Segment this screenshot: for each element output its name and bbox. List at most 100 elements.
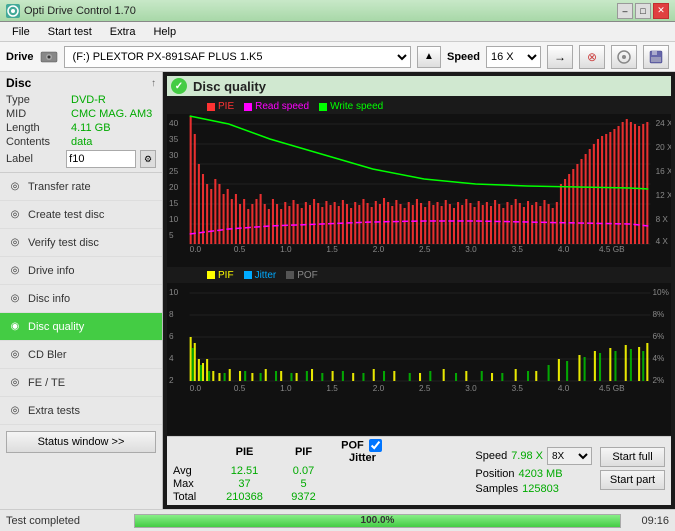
disc-contents-value: data [71, 136, 92, 148]
max-pie: 37 [217, 478, 272, 490]
svg-text:2.0: 2.0 [373, 245, 385, 254]
write-speed-legend-label: Write speed [330, 101, 383, 112]
extra-tests-icon: ◎ [8, 404, 22, 418]
title-bar: Opti Drive Control 1.70 – □ ✕ [0, 0, 675, 22]
sidebar-item-verify-test-disc[interactable]: ◎ Verify test disc [0, 229, 162, 257]
sidebar-item-fe-te[interactable]: ◎ FE / TE [0, 369, 162, 397]
max-label: Max [173, 478, 213, 490]
svg-text:35: 35 [169, 135, 179, 144]
sidebar-item-drive-info[interactable]: ◎ Drive info [0, 257, 162, 285]
sidebar-item-disc-info[interactable]: ◎ Disc info [0, 285, 162, 313]
jitter-checkbox[interactable] [369, 439, 382, 452]
svg-text:10: 10 [169, 215, 179, 224]
label-input[interactable] [66, 150, 136, 168]
nav-items: ◎ Transfer rate ◎ Create test disc ◎ Ver… [0, 173, 162, 425]
jitter-label: Jitter [349, 452, 376, 464]
top-chart-legend: PIE Read speed Write speed [167, 99, 671, 114]
pof-legend-label: POF [297, 270, 318, 281]
speed-stat-select[interactable]: 8X4X12X16X [547, 447, 592, 465]
sidebar-item-extra-tests[interactable]: ◎ Extra tests [0, 397, 162, 425]
disc-quality-icon: ◉ [8, 320, 22, 334]
start-full-button[interactable]: Start full [600, 447, 665, 467]
svg-text:15: 15 [169, 199, 179, 208]
pif-legend-color [207, 271, 215, 279]
stats-bar: PIE PIF POF Jitter Avg 12.51 0.07 Max [167, 436, 671, 505]
content-area: ✓ Disc quality PIE Read speed Write spee… [163, 72, 675, 509]
maximize-button[interactable]: □ [635, 3, 651, 19]
erase-button[interactable]: ⊗ [579, 45, 605, 69]
go-button[interactable]: → [547, 45, 573, 69]
menu-file[interactable]: File [4, 24, 38, 40]
svg-text:10%: 10% [652, 288, 668, 297]
position-value: 4203 MB [519, 468, 563, 480]
drive-select[interactable]: (F:) PLEXTOR PX-891SAF PLUS 1.K5 [64, 46, 411, 68]
write-button[interactable] [611, 45, 637, 69]
eject-button[interactable]: ▲ [417, 46, 441, 68]
disc-quality-label: Disc quality [28, 321, 84, 333]
menu-help[interactable]: Help [145, 24, 184, 40]
fe-te-label: FE / TE [28, 377, 65, 389]
bottom-chart: PIF Jitter POF 10 8 6 4 2 10% [167, 268, 671, 436]
menu-bar: File Start test Extra Help [0, 22, 675, 42]
max-pif: 5 [276, 478, 331, 490]
svg-text:4.0: 4.0 [558, 384, 570, 393]
bottom-chart-legend: PIF Jitter POF [167, 268, 671, 283]
svg-text:3.5: 3.5 [512, 384, 524, 393]
disc-section: Disc ↑ Type DVD-R MID CMC MAG. AM3 Lengt… [0, 72, 162, 173]
svg-text:1.0: 1.0 [280, 384, 292, 393]
transfer-rate-label: Transfer rate [28, 181, 91, 193]
disc-mid-row: MID CMC MAG. AM3 [6, 108, 156, 120]
menu-extra[interactable]: Extra [102, 24, 144, 40]
read-speed-legend-label: Read speed [255, 101, 309, 112]
sidebar-item-create-test-disc[interactable]: ◎ Create test disc [0, 201, 162, 229]
sidebar: Disc ↑ Type DVD-R MID CMC MAG. AM3 Lengt… [0, 72, 163, 509]
speed-select[interactable]: 16 X Max2X4X8X12X [486, 46, 541, 68]
svg-text:20 X: 20 X [656, 143, 671, 152]
sidebar-item-disc-quality[interactable]: ◉ Disc quality [0, 313, 162, 341]
svg-text:2.0: 2.0 [373, 384, 385, 393]
jitter-legend-label: Jitter [255, 270, 277, 281]
verify-test-disc-icon: ◎ [8, 236, 22, 250]
svg-text:1.5: 1.5 [326, 245, 338, 254]
fe-te-icon: ◎ [8, 376, 22, 390]
top-chart-svg: 40 35 30 25 20 15 10 5 24 X 20 X 16 X 12… [167, 114, 671, 254]
status-window-button[interactable]: Status window >> [6, 431, 156, 453]
verify-test-disc-label: Verify test disc [28, 237, 99, 249]
close-button[interactable]: ✕ [653, 3, 669, 19]
read-speed-legend-color [244, 103, 252, 111]
menu-start-test[interactable]: Start test [40, 24, 100, 40]
start-part-button[interactable]: Start part [600, 470, 665, 490]
write-speed-legend: Write speed [319, 101, 383, 112]
cd-bler-icon: ◎ [8, 348, 22, 362]
sidebar-item-transfer-rate[interactable]: ◎ Transfer rate [0, 173, 162, 201]
cd-bler-label: CD Bler [28, 349, 67, 361]
svg-text:8 X: 8 X [656, 215, 669, 224]
save-button[interactable] [643, 45, 669, 69]
pif-legend: PIF [207, 270, 234, 281]
minimize-button[interactable]: – [617, 3, 633, 19]
sidebar-item-cd-bler[interactable]: ◎ CD Bler [0, 341, 162, 369]
disc-type-value: DVD-R [71, 94, 106, 106]
disc-quality-header-icon: ✓ [171, 78, 187, 94]
right-stats: Speed 7.98 X 8X4X12X16X Position 4203 MB… [475, 447, 665, 495]
svg-text:12 X: 12 X [656, 191, 671, 200]
samples-value: 125803 [522, 483, 559, 495]
pof-col-header: POF Jitter [335, 439, 390, 464]
pif-col-header: PIF [276, 446, 331, 458]
svg-text:16 X: 16 X [656, 167, 671, 176]
svg-text:5: 5 [169, 231, 174, 240]
jitter-legend: Jitter [244, 270, 277, 281]
svg-text:6: 6 [169, 332, 174, 341]
svg-text:2: 2 [169, 376, 174, 385]
avg-label: Avg [173, 465, 213, 477]
disc-collapse-btn[interactable]: ↑ [151, 78, 156, 89]
total-pif: 9372 [276, 491, 331, 503]
disc-length-value: 4.11 GB [71, 122, 111, 134]
label-settings-button[interactable]: ⚙ [140, 150, 156, 168]
speed-position-stats: Speed 7.98 X 8X4X12X16X Position 4203 MB… [475, 447, 592, 495]
action-buttons: Start full Start part [600, 447, 665, 490]
svg-text:4.5 GB: 4.5 GB [599, 245, 625, 254]
disc-quality-title: Disc quality [193, 79, 266, 94]
stats-labels: PIE PIF POF Jitter Avg 12.51 0.07 Max [173, 439, 390, 503]
pie-col-header: PIE [217, 446, 272, 458]
